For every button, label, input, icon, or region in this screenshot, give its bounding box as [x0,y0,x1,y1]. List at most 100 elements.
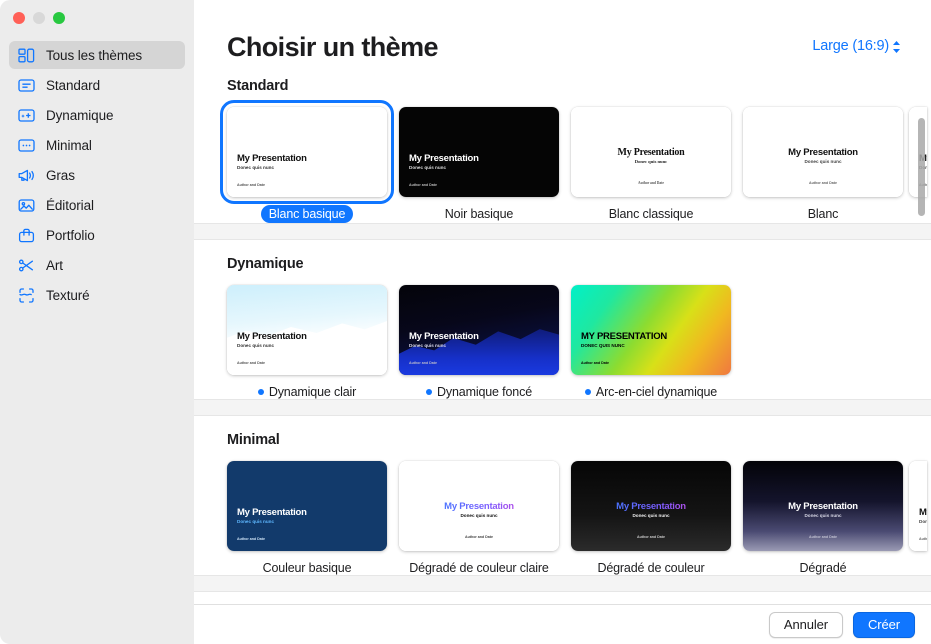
theme-card[interactable]: MY PRESENTATION DONEC QUIS NUNC Author and… [565,285,737,399]
footer-bar: Annuler Créer [194,604,931,644]
theme-card[interactable]: My Presentation Donec quis nunc Author and… [737,461,909,575]
sidebar-item-6[interactable]: Portfolio [9,221,185,249]
section-separator [194,223,931,240]
sidebar-item-7[interactable]: Art [9,251,185,279]
theme-name-text: Blanc basique [268,207,346,221]
theme-card[interactable]: My Presentation Donec quis nunc Author and… [221,285,393,399]
theme-card[interactable]: My Presentation Donec quis nunc Author and… [565,107,737,223]
thumbnail-subtitle: Donec quis nunc [409,165,447,170]
thumbnail-subtitle: Donec quis nunc [634,159,668,164]
theme-thumbnail[interactable]: My PresentationDonec quis nunc Author and… [909,461,927,551]
theme-thumbnail[interactable]: My PresentationDonec quis nunc Author and… [227,461,387,551]
theme-section: Minimal My Presentation Donec quis nunc Aut… [194,416,931,575]
theme-thumbnail[interactable]: My PresentationDonec quis nunc Author and… [399,285,559,375]
minimize-window-button[interactable] [33,12,45,24]
theme-card-label: Arc-en-ciel dynamique [584,385,718,399]
thumbnail-title: My Presentation [237,507,307,518]
theme-name-text: Dégradé [799,561,847,575]
thumbnail-author: Author and Date [237,537,265,541]
section-title: Minimal [227,432,280,448]
vertical-scrollbar[interactable] [918,118,925,216]
section-title: Dynamique [227,256,304,272]
cancel-button[interactable]: Annuler [768,611,843,638]
sidebar-item-label: Gras [46,167,75,183]
sidebar-item-8[interactable]: Texturé [9,281,185,309]
theme-thumbnail[interactable]: My PresentationDonec quis nunc Author and… [399,107,559,197]
theme-thumbnail[interactable]: My PresentationDonec quis nunc Author and… [743,107,903,197]
texture-icon [17,286,36,305]
sections-host: Standard My Presentation Donec quis nunc Au… [194,62,931,604]
sidebar-item-1[interactable]: Standard [9,71,185,99]
theme-thumbnail-preview: My PresentationDonec quis nunc Author and… [227,107,387,197]
theme-row: My Presentation Donec quis nunc Author and… [194,448,931,575]
theme-thumbnail-preview: My PresentationDonec quis nunc Author and… [399,461,559,551]
slide-size-popup-button[interactable]: Large (16:9) [812,38,901,54]
sidebar-item-label: Dynamique [46,107,114,123]
theme-thumbnail-preview: My PresentationDonec quis nunc Author and… [571,107,731,197]
sidebar: Tous les thèmes Standard Dynamique Minim… [0,0,194,644]
theme-thumbnail-preview: My PresentationDonec quis nunc Author and… [227,285,387,375]
theme-card[interactable]: My Presentation Donec quis nunc Author and… [221,461,393,575]
thumbnail-title: My Presentation [237,153,307,164]
section-separator [194,399,931,416]
theme-card[interactable]: My Presentation Donec quis nunc Author and… [393,285,565,399]
close-window-button[interactable] [13,12,25,24]
theme-card-label: Blanc [808,207,839,221]
page-title: Choisir un thème [227,32,439,62]
theme-name-text: Arc-en-ciel dynamique [595,385,718,399]
thumbnail-title: My Presentation [399,501,559,512]
theme-card-label: Blanc classique [609,207,694,221]
slide-size-value: Large (16:9) [812,38,889,54]
thumbnail-author: Author and Date [809,535,837,539]
theme-thumbnail[interactable]: My PresentationDonec quis nunc Author and… [571,461,731,551]
resize-grip[interactable] [917,630,929,642]
sidebar-item-label: Tous les thèmes [46,47,143,63]
theme-card-label: Noir basique [444,207,514,221]
minimal-icon [17,136,36,155]
theme-thumbnail[interactable]: My PresentationDonec quis nunc Author and… [743,461,903,551]
theme-card[interactable]: My Presentation Donec quis nunc Author and… [737,107,909,223]
theme-card-label: Dégradé [800,561,847,575]
create-button[interactable]: Créer [852,611,915,638]
header: Choisir un thème Large (16:9) [194,0,931,62]
theme-thumbnail-preview: MY PRESENTATION DONEC QUIS NUNC Author and… [571,285,731,375]
thumbnail-title: My Presentation [409,331,479,342]
sidebar-item-label: Texturé [46,287,90,303]
theme-scroll-area[interactable]: Choisir un thème Large (16:9) Standard My… [194,0,931,604]
sidebar-list: Tous les thèmes Standard Dynamique Minim… [0,41,194,309]
thumbnail-author: Author and Date [237,183,265,187]
theme-thumbnail[interactable]: My PresentationDonec quis nunc Author and… [227,285,387,375]
thumbnail-title: My Presentation [617,147,685,158]
theme-card[interactable]: My Presentation Donec quis nunc Author and… [220,100,394,223]
theme-thumbnail[interactable]: My PresentationDonec quis nunc Author and… [399,461,559,551]
theme-thumbnail-preview: My PresentationDonec quis nunc Author and… [227,461,387,551]
sidebar-item-4[interactable]: Gras [9,161,185,189]
animated-theme-dot-icon [257,389,264,395]
main-panel: Choisir un thème Large (16:9) Standard My… [194,0,931,644]
theme-name-text: Dynamique foncé [436,385,533,399]
sidebar-item-2[interactable]: Dynamique [9,101,185,129]
theme-card[interactable]: My Presentation Donec quis nunc Author and… [565,461,737,575]
theme-card[interactable]: My Presentation Donec quis nunc Author and… [393,461,565,575]
theme-thumbnail[interactable]: MY PRESENTATION DONEC QUIS NUNC Author and… [571,285,731,375]
theme-thumbnail[interactable]: My PresentationDonec quis nunc Author and… [220,100,394,204]
theme-card-partial[interactable]: My PresentationDonec quis nunc Author and… [909,461,927,575]
theme-row: My Presentation Donec quis nunc Author and… [194,272,931,399]
thumbnail-subtitle: Donec quis nunc [237,343,275,348]
thumbnail-subtitle: Donec quis nunc [460,513,498,518]
window-controls [0,0,194,32]
thumbnail-author: Author and Date [637,535,665,539]
maximize-window-button[interactable] [53,12,65,24]
sidebar-item-3[interactable]: Minimal [9,131,185,159]
thumbnail-subtitle: DONEC QUIS NUNC [581,343,625,348]
theme-card[interactable]: My Presentation Donec quis nunc Author and… [393,107,565,223]
briefcase-icon [17,226,36,245]
theme-thumbnail-preview: My PresentationDonec quis nunc Author and… [399,107,559,197]
theme-thumbnail[interactable]: My PresentationDonec quis nunc Author and… [571,107,731,197]
theme-section: Standard My Presentation Donec quis nunc Au… [194,62,931,223]
theme-card-label: Dégradé de couleur claire [409,561,549,575]
thumbnail-author: Author and Date [465,535,493,539]
sidebar-item-5[interactable]: Éditorial [9,191,185,219]
theme-name-text: Noir basique [444,207,514,221]
sidebar-item-0[interactable]: Tous les thèmes [9,41,185,69]
